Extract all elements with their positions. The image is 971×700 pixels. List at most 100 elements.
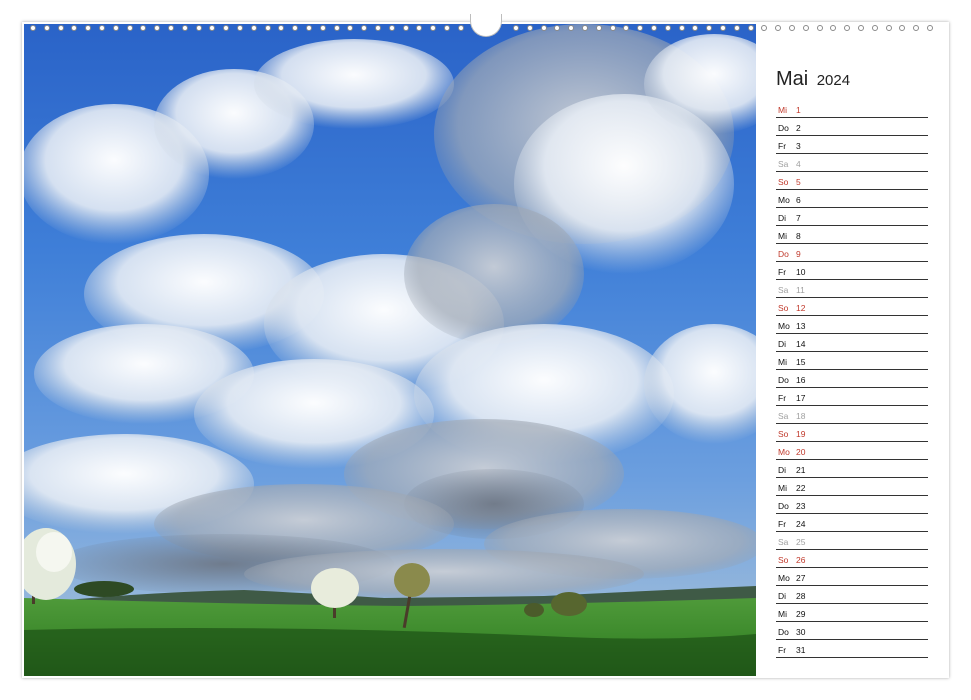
day-number: 30	[796, 627, 806, 637]
day-row: Fr 31	[776, 640, 928, 658]
day-row: Fr 3	[776, 136, 928, 154]
day-row: So 26	[776, 550, 928, 568]
binding-hole	[319, 25, 326, 31]
day-number: 21	[796, 465, 806, 475]
binding-hole	[347, 25, 354, 31]
day-row: Do 16	[776, 370, 928, 388]
binding-hole	[30, 25, 36, 31]
weekday-label: Mo	[778, 195, 790, 205]
binding-hole	[678, 25, 685, 31]
day-row: Mi 8	[776, 226, 928, 244]
binding-hole	[871, 25, 878, 31]
binding-hole	[623, 25, 630, 31]
day-number: 3	[796, 141, 801, 151]
day-row: Sa 25	[776, 532, 928, 550]
day-row: Do 2	[776, 118, 928, 136]
blossom-tree-left	[24, 528, 76, 604]
binding-hole	[816, 25, 823, 31]
day-number: 28	[796, 591, 806, 601]
day-row: Mi 1	[776, 100, 928, 118]
day-number: 15	[796, 357, 806, 367]
day-number: 13	[796, 321, 806, 331]
binding-hole	[416, 25, 423, 31]
day-number: 14	[796, 339, 806, 349]
weekday-label: So	[778, 303, 789, 313]
day-row: So 19	[776, 424, 928, 442]
day-row: Di 14	[776, 334, 928, 352]
day-number: 12	[796, 303, 806, 313]
binding-hole	[775, 25, 782, 31]
binding-hole	[306, 25, 312, 31]
day-number: 24	[796, 519, 806, 529]
month-calendar: Mai 2024 Mi 1 Do 2 Fr 3 Sa 4 So 5 Mo 6 Di 7 Mi 8 Do 9 Fr 10…	[776, 64, 928, 658]
day-row: Mi 29	[776, 604, 928, 622]
binding-hole	[126, 25, 133, 31]
binding-hole	[692, 25, 699, 31]
day-row: Mo 27	[776, 568, 928, 586]
day-number: 10	[796, 267, 806, 277]
weekday-label: Mo	[778, 321, 790, 331]
weekday-label: Fr	[778, 645, 787, 655]
day-number: 6	[796, 195, 801, 205]
binding-hole	[733, 25, 740, 31]
day-row: Do 30	[776, 622, 928, 640]
day-row: So 12	[776, 298, 928, 316]
weekday-label: Di	[778, 465, 787, 475]
binding-hole	[444, 25, 450, 31]
day-number: 19	[796, 429, 806, 439]
weekday-label: Do	[778, 123, 789, 133]
day-row: Mi 15	[776, 352, 928, 370]
weekday-label: Sa	[778, 159, 789, 169]
day-number: 25	[796, 537, 806, 547]
weekday-label: Sa	[778, 285, 789, 295]
month-name: Mai	[776, 68, 809, 90]
day-number: 1	[796, 105, 801, 115]
binding-hole	[927, 25, 933, 31]
day-number: 27	[796, 573, 806, 583]
weekday-label: Do	[778, 249, 789, 259]
binding-hole	[554, 25, 561, 31]
weekday-label: Di	[778, 591, 787, 601]
weekday-label: Mo	[778, 573, 790, 583]
weekday-label: Sa	[778, 537, 789, 547]
day-row: Do 9	[776, 244, 928, 262]
day-list: Mi 1 Do 2 Fr 3 Sa 4 So 5 Mo 6 Di 7 Mi 8 Do 9 Fr 10 Sa 11 So 12 M…	[776, 100, 928, 658]
day-row: Di 28	[776, 586, 928, 604]
day-row: Mo 6	[776, 190, 928, 208]
binding-hole	[278, 25, 285, 31]
binding-hole	[747, 25, 754, 31]
binding-hole	[85, 25, 92, 31]
weekday-label: Do	[778, 627, 789, 637]
weekday-label: Do	[778, 375, 789, 385]
binding-hole	[209, 25, 216, 31]
binding-hole	[844, 25, 851, 31]
binding-hole	[154, 25, 161, 31]
binding-hole	[830, 25, 837, 31]
day-number: 8	[796, 231, 801, 241]
weekday-label: Fr	[778, 141, 787, 151]
day-number: 2	[796, 123, 801, 133]
day-row: So 5	[776, 172, 928, 190]
weekday-label: So	[778, 429, 789, 439]
day-number: 26	[796, 555, 806, 565]
day-row: Fr 10	[776, 262, 928, 280]
day-row: Mo 13	[776, 316, 928, 334]
day-row: Sa 4	[776, 154, 928, 172]
weekday-label: Fr	[778, 267, 787, 277]
day-number: 11	[796, 285, 805, 295]
binding-hole	[595, 25, 602, 31]
weekday-label: So	[778, 177, 789, 187]
binding-hole	[637, 25, 644, 31]
weekday-label: So	[778, 555, 789, 565]
binding-hole	[664, 25, 671, 31]
binding-hole	[540, 25, 547, 31]
weekday-label: Fr	[778, 393, 787, 403]
weekday-label: Mi	[778, 105, 787, 115]
weekday-label: Mi	[778, 483, 787, 493]
binding-hole	[913, 25, 920, 31]
binding-hole	[568, 25, 575, 31]
day-number: 20	[796, 447, 806, 457]
weekday-label: Di	[778, 213, 787, 223]
day-number: 18	[796, 411, 806, 421]
binding-hole	[513, 25, 519, 31]
